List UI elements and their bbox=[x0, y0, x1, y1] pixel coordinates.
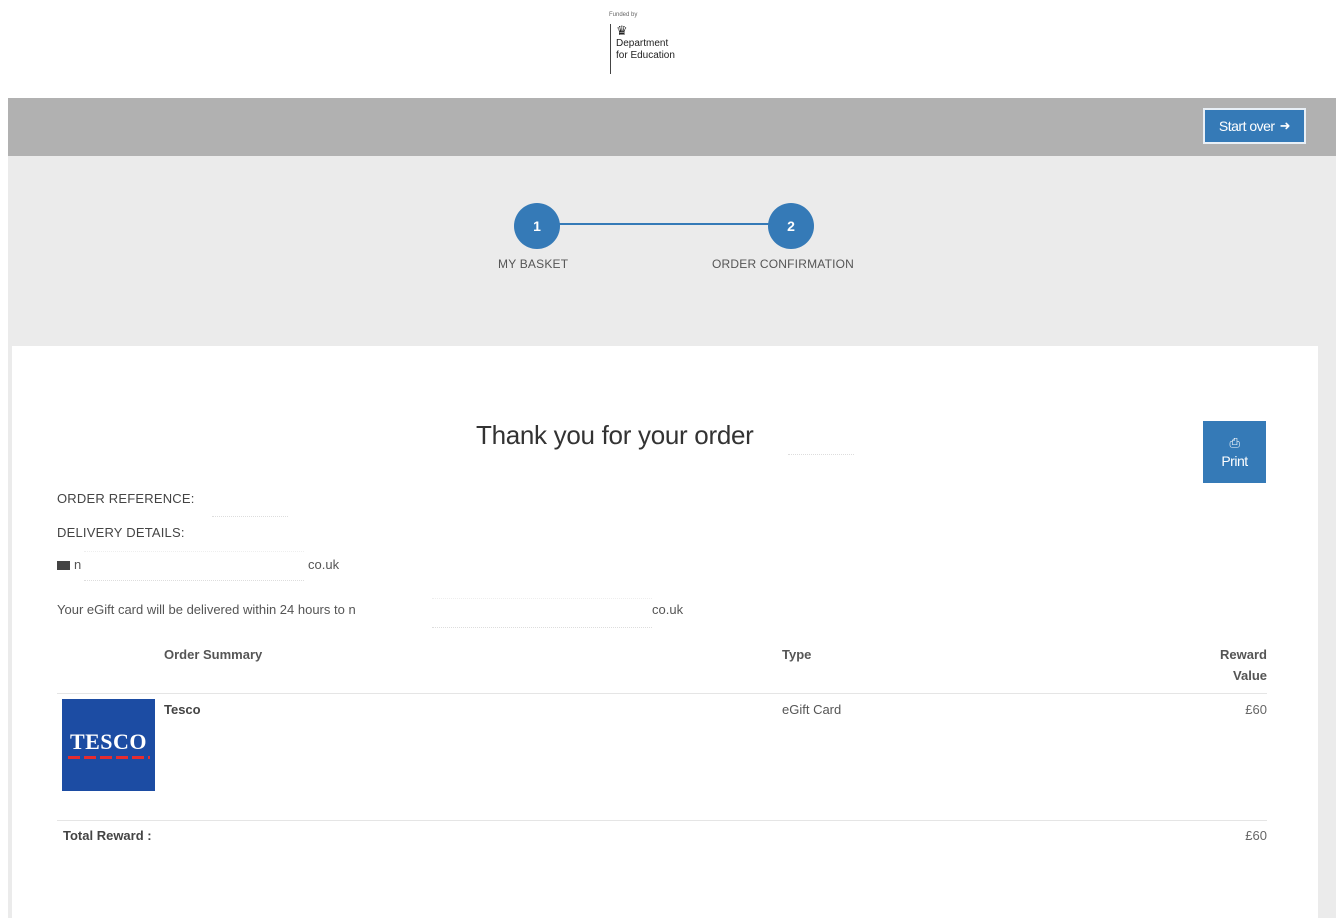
step-2-label: ORDER CONFIRMATION bbox=[712, 257, 855, 271]
start-over-label: Start over bbox=[1218, 118, 1275, 134]
total-reward-value: £60 bbox=[1245, 828, 1267, 843]
step-1-label: MY BASKET bbox=[498, 257, 569, 271]
delivery-details-label: DELIVERY DETAILS: bbox=[57, 525, 185, 540]
dfe-logo: ♛ Department for Education bbox=[610, 24, 675, 74]
confirmation-card: Thank you for your order ⎙ Print ORDER R… bbox=[12, 346, 1318, 918]
column-header-reward-value: Reward Value bbox=[1220, 647, 1267, 683]
table-row-value: £60 bbox=[1245, 702, 1267, 717]
step-1-circle: 1 bbox=[514, 203, 560, 249]
top-bar: Start over ➜ bbox=[8, 98, 1336, 156]
tesco-logo: TESCO bbox=[62, 699, 155, 791]
column-header-order-summary: Order Summary bbox=[164, 647, 263, 662]
redacted-name bbox=[788, 424, 854, 455]
delivery-email: n bbox=[57, 557, 81, 572]
progress-line bbox=[538, 223, 791, 225]
print-label: Print bbox=[1221, 453, 1248, 469]
print-icon: ⎙ bbox=[1229, 435, 1240, 450]
step-2-circle: 2 bbox=[768, 203, 814, 249]
egift-message: Your eGift card will be delivered within… bbox=[57, 602, 356, 617]
email-start: n bbox=[74, 557, 82, 572]
column-header-type: Type bbox=[782, 647, 812, 662]
funded-by-text: Funded by bbox=[609, 12, 638, 18]
table-divider bbox=[57, 820, 1267, 821]
envelope-icon bbox=[57, 561, 70, 570]
email-end: co.uk bbox=[308, 557, 340, 572]
page-title: Thank you for your order bbox=[476, 420, 754, 450]
print-button[interactable]: ⎙ Print bbox=[1203, 421, 1266, 483]
table-row-name: Tesco bbox=[164, 702, 201, 717]
logo-line-2: for Education bbox=[616, 50, 675, 61]
egift-email-end: co.uk bbox=[652, 602, 684, 617]
header-logo-area: Funded by ♛ Department for Education bbox=[0, 0, 1339, 98]
redacted-egift-email bbox=[432, 598, 652, 628]
logo-line-1: Department bbox=[616, 38, 669, 49]
tesco-stripe bbox=[67, 756, 150, 759]
sign-out-icon: ➜ bbox=[1279, 118, 1291, 133]
order-reference-label: ORDER REFERENCE: bbox=[57, 491, 195, 506]
redacted-email bbox=[84, 551, 304, 581]
table-divider bbox=[57, 693, 1267, 694]
start-over-button[interactable]: Start over ➜ bbox=[1202, 108, 1306, 144]
tesco-logo-text: TESCO bbox=[69, 729, 148, 754]
total-reward-label: Total Reward : bbox=[63, 828, 152, 843]
royal-crest-icon: ♛ bbox=[616, 23, 628, 38]
redacted-order-reference bbox=[212, 506, 288, 517]
table-row-type: eGift Card bbox=[782, 702, 842, 717]
